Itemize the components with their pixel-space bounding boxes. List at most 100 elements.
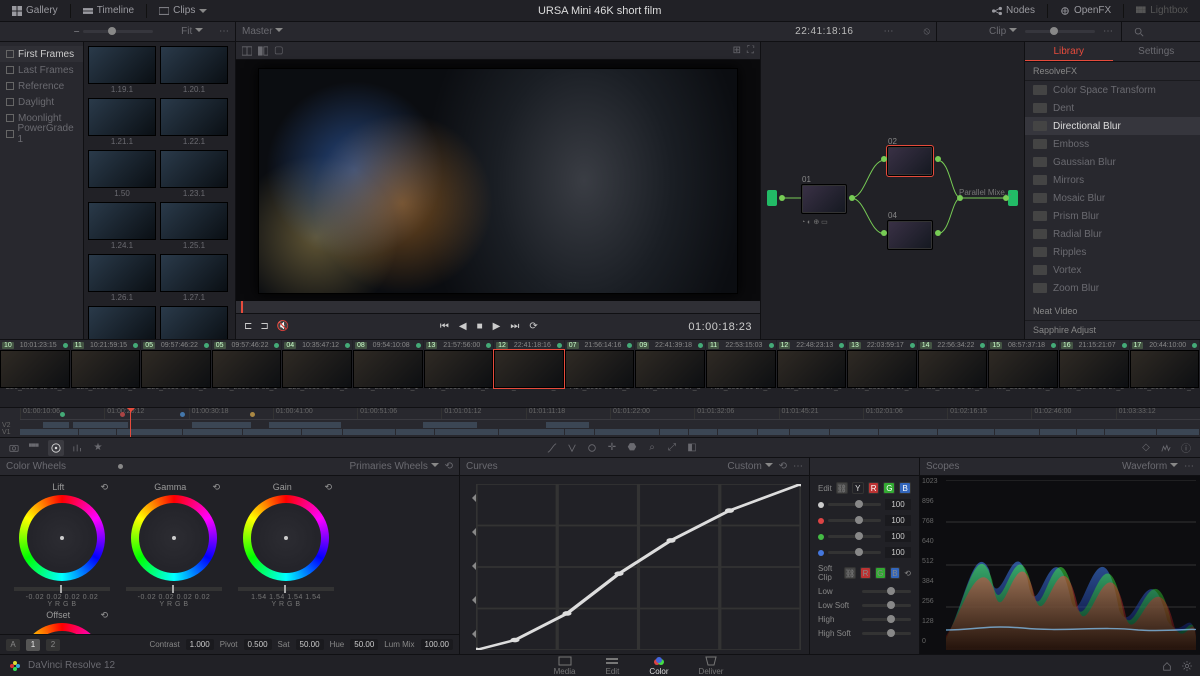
openfx-button[interactable]: OpenFX xyxy=(1054,3,1117,19)
fit-dropdown[interactable]: Fit xyxy=(181,26,203,37)
color-wheel-lift[interactable]: Lift⟲-0.02 0.02 0.02 0.02Y R G B xyxy=(6,480,118,608)
mark-in-icon[interactable]: ⊏ xyxy=(244,321,252,332)
fx-item[interactable]: Mirrors xyxy=(1025,171,1200,189)
color-wheels-icon[interactable] xyxy=(48,440,64,456)
sc-channel-r[interactable]: R xyxy=(860,567,871,579)
still-thumb[interactable]: 1.23.1 xyxy=(160,150,228,198)
node-mode-dropdown[interactable]: Clip xyxy=(989,26,1017,37)
edit-g-value[interactable] xyxy=(885,531,911,542)
viewer-timecode[interactable]: 22:41:18:16 xyxy=(795,26,853,37)
sc-high-slider[interactable] xyxy=(862,618,911,621)
curves-options-icon[interactable]: ⋯ xyxy=(793,461,803,472)
tracker-icon[interactable]: ✛ xyxy=(606,442,618,454)
curves-edge-markers[interactable] xyxy=(468,484,476,650)
album-first-frames[interactable]: First Frames xyxy=(0,46,83,62)
curves-body[interactable] xyxy=(460,476,809,654)
wheels-dot-icon[interactable] xyxy=(118,464,123,469)
page-1[interactable]: 1 xyxy=(26,639,40,651)
fx-item[interactable]: Prism Blur xyxy=(1025,207,1200,225)
fx-item[interactable]: Zoom Blur xyxy=(1025,279,1200,297)
still-thumb[interactable]: 1.27.1 xyxy=(160,254,228,302)
timeline-playhead[interactable] xyxy=(130,408,131,437)
viewer-timecode-display[interactable]: 01:00:18:23 xyxy=(688,321,752,333)
clip-thumb[interactable]: 1321:57:56:00 xyxy=(424,340,494,384)
node-zoom-slider[interactable] xyxy=(1025,30,1095,33)
play-icon[interactable]: ▶ xyxy=(493,321,501,332)
sc-gang-icon[interactable]: ⛓ xyxy=(844,567,856,579)
curves-icon[interactable] xyxy=(546,442,558,454)
still-thumb[interactable]: 1.25.1 xyxy=(160,202,228,250)
timeline-button[interactable]: Timeline xyxy=(77,3,140,19)
color-wheel-offset[interactable]: Offset⟲25.00 25.00 25.00 25.00Y R G B xyxy=(6,608,118,634)
scopes-mode-dropdown[interactable]: Waveform xyxy=(1122,461,1178,472)
sc-channel-g[interactable]: G xyxy=(875,567,886,579)
gang-icon[interactable]: ⛓ xyxy=(836,482,848,494)
album-last-frames[interactable]: Last Frames xyxy=(0,62,83,78)
clip-thumb[interactable]: 1122:53:15:03 xyxy=(706,340,776,384)
keyframe-icon[interactable]: ◇ xyxy=(1140,442,1152,454)
mute-icon[interactable]: 🔇 xyxy=(277,321,289,332)
still-thumb[interactable]: 1.29.1 xyxy=(88,306,156,339)
blur-icon[interactable]: ⬣ xyxy=(626,442,638,454)
clips-button[interactable]: Clips xyxy=(153,3,213,19)
scopes-body[interactable]: 10238967686405123842561280 xyxy=(920,476,1200,654)
clip-thumb[interactable]: 0410:35:47:12 xyxy=(282,340,352,384)
still-thumb[interactable]: 1.22.1 xyxy=(160,98,228,146)
bypass-icon[interactable]: ⦸ xyxy=(923,26,930,37)
fx-item[interactable]: Mosaic Blur xyxy=(1025,189,1200,207)
sc-reset-icon[interactable]: ⟲ xyxy=(904,569,911,578)
clip-thumb[interactable]: 1508:57:37:18 xyxy=(988,340,1058,384)
viewer[interactable] xyxy=(236,60,760,301)
loop-icon[interactable]: ⟳ xyxy=(529,321,537,332)
window-icon[interactable] xyxy=(586,442,598,454)
home-icon[interactable] xyxy=(1162,661,1172,671)
timeline-track-v2[interactable] xyxy=(20,422,1200,428)
page-color[interactable]: Color xyxy=(649,656,668,676)
clip-thumb[interactable]: 0809:54:10:08 xyxy=(353,340,423,384)
node-04[interactable]: 04 xyxy=(887,220,933,250)
edit-b-value[interactable] xyxy=(885,547,911,558)
still-thumb[interactable]: 1.21.1 xyxy=(88,98,156,146)
node-01[interactable]: 01 xyxy=(801,184,847,214)
timeline-ruler[interactable]: 01:00:10:0601:00:20:1201:00:30:1801:00:4… xyxy=(20,408,1200,420)
stills-grid[interactable]: 1.19.11.20.11.21.11.22.11.501.23.11.24.1… xyxy=(84,42,236,339)
curves-graph[interactable] xyxy=(476,484,801,650)
gallery-button[interactable]: Gallery xyxy=(6,3,64,19)
scopes-icon[interactable] xyxy=(1160,442,1172,454)
stop-icon[interactable]: ■ xyxy=(477,321,483,332)
fx-item[interactable]: Gaussian Blur xyxy=(1025,153,1200,171)
lummix-value[interactable]: 100.00 xyxy=(421,639,453,650)
channel-r[interactable]: R xyxy=(868,482,880,494)
image-wipe-icon[interactable] xyxy=(242,46,252,56)
thumb-size-slider[interactable] xyxy=(83,30,153,33)
sc-lowsoft-slider[interactable] xyxy=(862,604,911,607)
clip-thumbnail-strip[interactable]: 1010:01:23:151110:21:59:150509:57:46:220… xyxy=(0,340,1200,408)
page-deliver[interactable]: Deliver xyxy=(699,656,724,676)
timeline-flag[interactable] xyxy=(180,412,185,417)
settings-icon[interactable] xyxy=(1182,661,1192,671)
reverse-icon[interactable]: ◀ xyxy=(459,321,467,332)
still-thumb[interactable]: 1.30.1 xyxy=(160,306,228,339)
viewer-options-icon[interactable]: ⋯ xyxy=(883,26,893,37)
stereo-icon[interactable]: ◧ xyxy=(686,442,698,454)
album-daylight[interactable]: Daylight xyxy=(0,94,83,110)
color-wheel-gamma[interactable]: Gamma⟲-0.02 0.02 0.02 0.02Y R G B xyxy=(118,480,230,608)
camera-raw-icon[interactable] xyxy=(8,442,20,454)
curves-reset-icon[interactable]: ⟲ xyxy=(779,461,787,472)
expand-icon[interactable]: ⛶ xyxy=(747,45,754,56)
fx-item[interactable]: Emboss xyxy=(1025,135,1200,153)
edit-y-slider[interactable]: .slider::after{left:50%} xyxy=(828,503,881,506)
mark-out-icon[interactable]: ⊐ xyxy=(260,321,268,332)
still-thumb[interactable]: 1.20.1 xyxy=(160,46,228,94)
timeline-flag[interactable] xyxy=(60,412,65,417)
edit-r-slider[interactable] xyxy=(828,519,881,522)
still-thumb[interactable]: 1.24.1 xyxy=(88,202,156,250)
clip-thumb[interactable]: 0509:57:46:22 xyxy=(212,340,282,384)
clip-thumb[interactable]: 1010:01:23:15 xyxy=(0,340,70,384)
fx-search-icon[interactable] xyxy=(1130,27,1148,37)
info-icon[interactable]: ⓘ xyxy=(1180,442,1192,454)
clip-thumb[interactable]: 0922:41:39:18 xyxy=(635,340,705,384)
channel-y[interactable]: Y xyxy=(852,482,864,494)
color-wheel-gain[interactable]: Gain⟲1.54 1.54 1.54 1.54Y R G B xyxy=(230,480,342,608)
color-match-icon[interactable] xyxy=(28,442,40,454)
